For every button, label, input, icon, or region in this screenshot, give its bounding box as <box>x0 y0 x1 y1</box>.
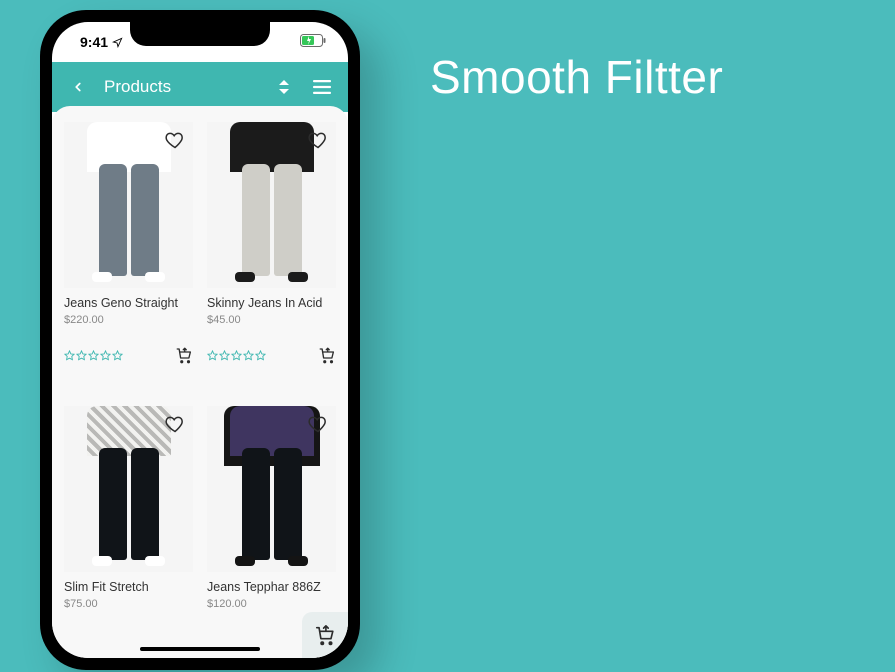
chevron-left-icon <box>71 80 85 94</box>
product-card[interactable]: Jeans Tepphar 886Z $120.00 <box>207 406 336 610</box>
product-image[interactable] <box>64 122 193 288</box>
favorite-button[interactable] <box>308 130 328 150</box>
favorite-button[interactable] <box>165 130 185 150</box>
product-name: Jeans Geno Straight <box>64 296 193 310</box>
battery-icon <box>300 34 326 50</box>
back-button[interactable] <box>66 75 90 99</box>
product-price: $220.00 <box>64 314 193 326</box>
rating-stars[interactable] <box>64 350 123 361</box>
favorite-button[interactable] <box>165 414 185 434</box>
product-price: $75.00 <box>64 598 193 610</box>
marketing-headline: Smooth Filtter <box>430 50 723 104</box>
product-grid: Jeans Geno Straight $220.00 Skinny Jeans I… <box>64 122 336 610</box>
location-icon <box>112 37 123 48</box>
menu-icon <box>313 80 331 94</box>
top-bar: Products <box>52 62 348 112</box>
home-indicator[interactable] <box>140 647 260 651</box>
phone-screen: 9:41 Products <box>52 22 348 658</box>
menu-button[interactable] <box>310 75 334 99</box>
phone-notch <box>130 22 270 46</box>
rating-stars[interactable] <box>207 350 266 361</box>
add-to-cart-button[interactable] <box>175 346 193 364</box>
favorite-button[interactable] <box>308 414 328 434</box>
product-name: Slim Fit Stretch <box>64 580 193 594</box>
sort-button[interactable] <box>272 75 296 99</box>
product-image[interactable] <box>64 406 193 572</box>
cart-icon <box>314 624 336 646</box>
product-name: Skinny Jeans In Acid <box>207 296 336 310</box>
product-content: Jeans Geno Straight $220.00 Skinny Jeans I… <box>52 106 348 658</box>
sort-icon <box>278 80 290 94</box>
page-title: Products <box>104 77 258 97</box>
product-name: Jeans Tepphar 886Z <box>207 580 336 594</box>
status-time: 9:41 <box>80 34 108 50</box>
product-card[interactable]: Slim Fit Stretch $75.00 <box>64 406 193 610</box>
cart-fab[interactable] <box>302 612 348 658</box>
phone-frame: 9:41 Products <box>40 10 360 670</box>
product-card[interactable]: Skinny Jeans In Acid $45.00 <box>207 122 336 396</box>
product-price: $45.00 <box>207 314 336 326</box>
product-card[interactable]: Jeans Geno Straight $220.00 <box>64 122 193 396</box>
product-price: $120.00 <box>207 598 336 610</box>
add-to-cart-button[interactable] <box>318 346 336 364</box>
product-image[interactable] <box>207 406 336 572</box>
product-image[interactable] <box>207 122 336 288</box>
